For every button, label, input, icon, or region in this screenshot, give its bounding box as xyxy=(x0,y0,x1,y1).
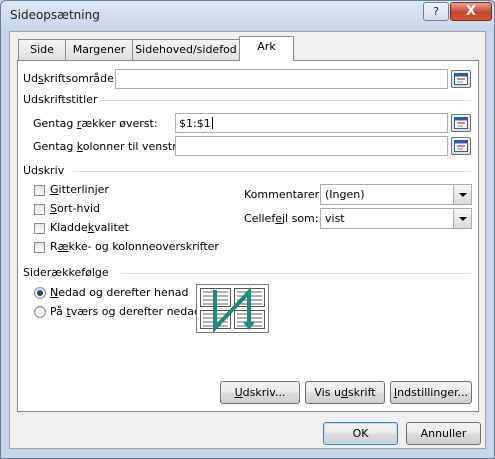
tab-sidehoved-sidefod[interactable]: Sidehoved/sidefod xyxy=(132,39,240,60)
collapse-dialog-icon xyxy=(454,117,468,129)
comments-select[interactable]: (Ingen) xyxy=(320,184,472,205)
print-titles-separator xyxy=(99,100,471,101)
collapse-dialog-icon xyxy=(454,73,468,85)
cell-errors-label: Cellefejl som: xyxy=(244,212,319,225)
print-titles-header: Udskriftstitler xyxy=(23,93,98,106)
row-col-headings-label: Række- og kolonneoverskrifter xyxy=(50,240,219,253)
cancel-button[interactable]: Annuller xyxy=(406,422,481,445)
gridlines-checkbox[interactable] xyxy=(34,185,45,196)
down-then-over-label: Nedad og derefter henad xyxy=(50,286,189,299)
repeat-rows-ref-button[interactable] xyxy=(451,114,471,132)
print-area-ref-button[interactable] xyxy=(451,70,471,88)
title-bar[interactable]: Sideopsætning ? X xyxy=(1,1,494,31)
comments-label: Kommentarer: xyxy=(244,188,323,201)
down-then-over-radio[interactable] xyxy=(34,287,46,299)
close-button[interactable]: X xyxy=(450,2,492,21)
repeat-rows-label: Gentag rækker øverst: xyxy=(33,117,158,130)
print-area-label: Udskriftsområde: xyxy=(23,72,118,85)
window-title: Sideopsætning xyxy=(10,8,100,22)
tab-margener[interactable]: Margener xyxy=(65,39,133,60)
draft-quality-checkbox[interactable] xyxy=(34,223,45,234)
print-preview-button[interactable]: Vis udskrift xyxy=(305,381,385,404)
help-button[interactable]: ? xyxy=(423,2,449,21)
page-order-header: Siderækkefølge xyxy=(23,266,109,279)
print-button[interactable]: Udskriv... xyxy=(220,381,300,404)
black-white-checkbox[interactable] xyxy=(34,204,45,215)
print-header: Udskriv xyxy=(23,164,65,177)
page-order-down-then-over-icon xyxy=(196,284,269,333)
row-col-headings-checkbox[interactable] xyxy=(34,242,45,253)
over-then-down-label: På tværs og derefter nedad xyxy=(50,305,202,318)
repeat-cols-input[interactable] xyxy=(175,136,448,156)
chevron-down-icon[interactable] xyxy=(453,209,471,228)
draft-quality-label: Kladdekvalitet xyxy=(50,221,129,234)
gridlines-label: Gitterlinjer xyxy=(50,183,109,196)
ok-button[interactable]: OK xyxy=(323,422,398,445)
cell-errors-select[interactable]: vist xyxy=(320,208,472,229)
collapse-dialog-icon xyxy=(454,140,468,152)
options-button[interactable]: Indstillinger... xyxy=(390,381,472,404)
print-separator xyxy=(73,171,471,172)
page-setup-dialog: Sideopsætning ? X Side Margener Sidehove… xyxy=(0,0,495,459)
print-area-input[interactable] xyxy=(115,69,448,89)
chevron-down-icon[interactable] xyxy=(453,185,471,204)
black-white-label: Sort-hvid xyxy=(50,202,101,215)
repeat-rows-input[interactable]: $1:$1 xyxy=(175,113,448,133)
tab-side[interactable]: Side xyxy=(18,39,66,60)
tab-ark[interactable]: Ark xyxy=(239,36,294,61)
repeat-cols-ref-button[interactable] xyxy=(451,137,471,155)
repeat-cols-label: Gentag kolonner til venstre: xyxy=(33,140,187,153)
over-then-down-radio[interactable] xyxy=(34,306,46,318)
page-order-separator xyxy=(121,273,471,274)
